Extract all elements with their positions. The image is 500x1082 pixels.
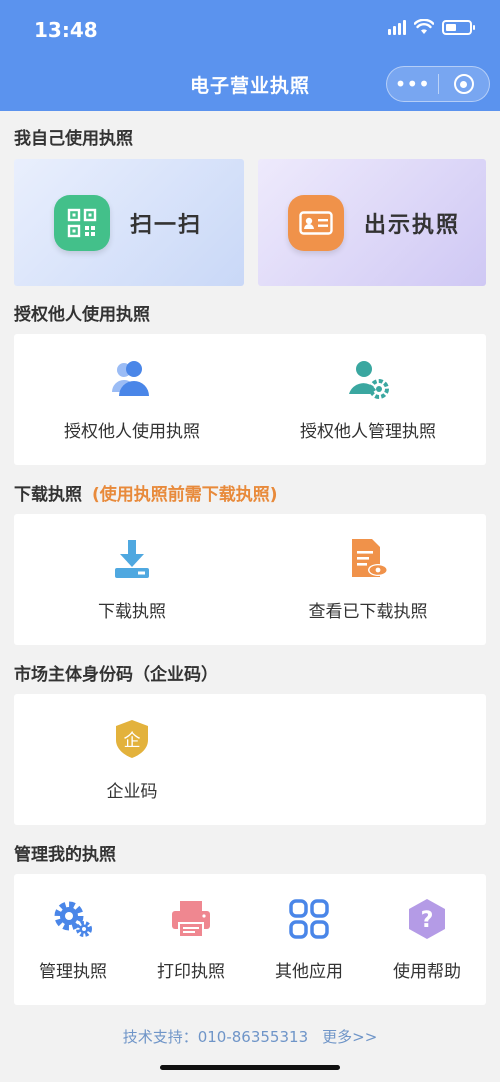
- download-license-label: 下载执照: [98, 602, 166, 622]
- document-view-icon: [345, 536, 391, 582]
- section-title-manage: 管理我的执照: [14, 845, 116, 865]
- download-title-text: 下载执照: [14, 485, 82, 505]
- status-icons: [388, 19, 475, 35]
- section-title-authorize: 授权他人使用执照: [14, 305, 150, 325]
- top-bar: 13:48 电子营业执照 •••: [0, 0, 500, 111]
- manage-item-label: 打印执照: [157, 962, 225, 982]
- scan-card[interactable]: 扫一扫: [14, 159, 244, 286]
- print-license-button[interactable]: 打印执照: [132, 874, 250, 1005]
- printer-icon: [168, 896, 214, 942]
- wifi-icon: [414, 19, 434, 34]
- scan-label: 扫一扫: [130, 212, 203, 238]
- more-menu-button[interactable]: •••: [387, 74, 438, 94]
- download-note: (使用执照前需下载执照): [92, 485, 278, 505]
- gear-icon: [50, 896, 96, 942]
- shield-badge-icon: 企: [109, 716, 155, 762]
- authorize-use-label: 授权他人使用执照: [64, 422, 200, 442]
- help-button[interactable]: ? 使用帮助: [368, 874, 486, 1005]
- show-license-card[interactable]: 出示执照: [258, 159, 486, 286]
- svg-text:企: 企: [124, 731, 141, 751]
- users-icon: [109, 356, 155, 402]
- manage-item-label: 其他应用: [275, 962, 343, 982]
- manage-item-label: 管理执照: [39, 962, 107, 982]
- authorize-manage-button[interactable]: 授权他人管理执照: [250, 334, 486, 465]
- apps-grid-icon: [286, 896, 332, 942]
- more-link[interactable]: 更多>>: [322, 1028, 377, 1046]
- enterprise-code-label: 企业码: [106, 782, 158, 802]
- mini-program-capsule: •••: [386, 66, 490, 102]
- status-time: 13:48: [34, 18, 98, 42]
- authorize-panel: 授权他人使用执照 授权他人管理执照: [14, 334, 486, 465]
- user-settings-icon: [345, 356, 391, 402]
- section-title-entity-code: 市场主体身份码（企业码）: [14, 665, 218, 685]
- download-panel: 下载执照 查看已下载执照: [14, 514, 486, 645]
- entity-code-panel: 企 企业码: [14, 694, 486, 825]
- home-indicator: [160, 1065, 340, 1070]
- show-license-label: 出示执照: [364, 212, 461, 238]
- download-license-button[interactable]: 下载执照: [14, 514, 250, 645]
- view-downloaded-label: 查看已下载执照: [308, 602, 428, 622]
- download-icon: [109, 536, 155, 582]
- other-apps-button[interactable]: 其他应用: [250, 874, 368, 1005]
- section-title-self-use: 我自己使用执照: [14, 129, 133, 149]
- manage-item-label: 使用帮助: [393, 962, 461, 982]
- support-phone[interactable]: 技术支持：010-86355313: [123, 1028, 308, 1046]
- license-card-icon: [288, 194, 344, 251]
- battery-icon: [442, 19, 475, 35]
- svg-text:?: ?: [421, 908, 434, 933]
- target-icon: [453, 74, 474, 94]
- enterprise-code-button[interactable]: 企 企业码: [14, 694, 250, 825]
- view-downloaded-button[interactable]: 查看已下载执照: [250, 514, 486, 645]
- help-icon: ?: [404, 896, 450, 942]
- authorize-manage-label: 授权他人管理执照: [300, 422, 436, 442]
- authorize-use-button[interactable]: 授权他人使用执照: [14, 334, 250, 465]
- section-title-download: 下载执照 (使用执照前需下载执照): [14, 480, 278, 505]
- footer: 技术支持：010-86355313 更多>>: [0, 1026, 500, 1047]
- qr-code-icon: [54, 194, 110, 251]
- close-mini-program-button[interactable]: [438, 74, 489, 94]
- signal-icon: [388, 19, 406, 35]
- manage-panel: 管理执照 打印执照 其他应用 ? 使用帮助: [14, 874, 486, 1005]
- manage-license-button[interactable]: 管理执照: [14, 874, 132, 1005]
